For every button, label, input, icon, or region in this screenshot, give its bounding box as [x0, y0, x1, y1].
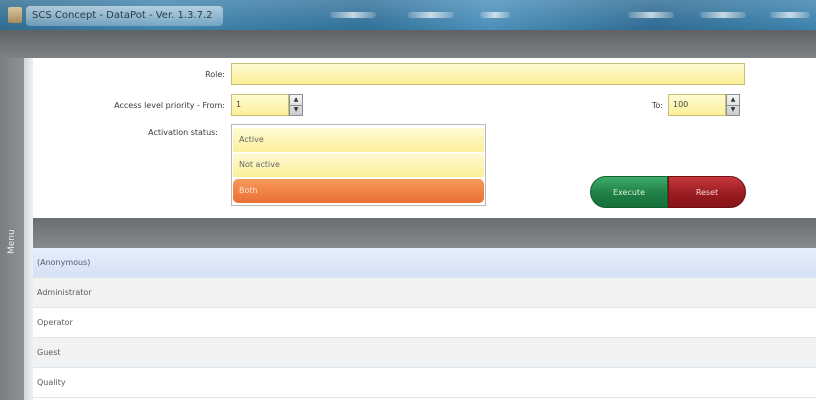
title-bar-decoration: [480, 12, 510, 18]
activation-option-not-active[interactable]: Not active: [233, 153, 484, 177]
title-bar-decoration: [330, 12, 376, 18]
role-label: Role:: [205, 70, 225, 79]
access-to-label: To:: [651, 101, 663, 110]
toolbar-strip: [0, 30, 816, 58]
access-to-input[interactable]: 100: [668, 94, 726, 116]
title-bar-decoration: [408, 12, 454, 18]
access-from-input[interactable]: 1: [231, 94, 289, 116]
table-row[interactable]: Operator: [33, 308, 816, 338]
side-menu-label: Menu: [7, 229, 17, 254]
access-from-label: Access level priority - From:: [114, 101, 225, 110]
title-bar: SCS Concept - DataPot - Ver. 1.3.7.2: [0, 0, 816, 30]
execute-button[interactable]: Execute: [590, 176, 668, 208]
app-icon: [8, 7, 22, 23]
title-bar-decoration: [700, 12, 746, 18]
side-menu-separator: [24, 58, 33, 400]
access-from-stepper[interactable]: ▲ ▼: [289, 94, 303, 116]
access-to-stepper[interactable]: ▲ ▼: [726, 94, 740, 116]
reset-button[interactable]: Reset: [668, 176, 746, 208]
table-row[interactable]: Quality: [33, 368, 816, 398]
stepper-down-icon[interactable]: ▼: [727, 105, 739, 115]
table-row[interactable]: Guest: [33, 338, 816, 368]
side-menu-tab[interactable]: Menu: [0, 58, 24, 400]
title-bar-decoration: [770, 12, 810, 18]
activation-option-both[interactable]: Both: [233, 179, 484, 203]
title-bar-decoration: [628, 12, 674, 18]
table-row[interactable]: (Anonymous): [33, 248, 816, 278]
activation-status-list[interactable]: Active Not active Both: [231, 124, 486, 206]
activation-option-active[interactable]: Active: [233, 128, 484, 152]
window-title: SCS Concept - DataPot - Ver. 1.3.7.2: [26, 6, 223, 26]
role-input[interactable]: [231, 63, 745, 85]
activation-status-label: Activation status:: [148, 128, 218, 137]
table-row[interactable]: Administrator: [33, 278, 816, 308]
stepper-down-icon[interactable]: ▼: [290, 105, 302, 115]
app-window: SCS Concept - DataPot - Ver. 1.3.7.2 Men…: [0, 0, 816, 400]
results-grid: (Anonymous) Administrator Operator Guest…: [33, 248, 816, 400]
results-grid-header: [33, 218, 816, 248]
